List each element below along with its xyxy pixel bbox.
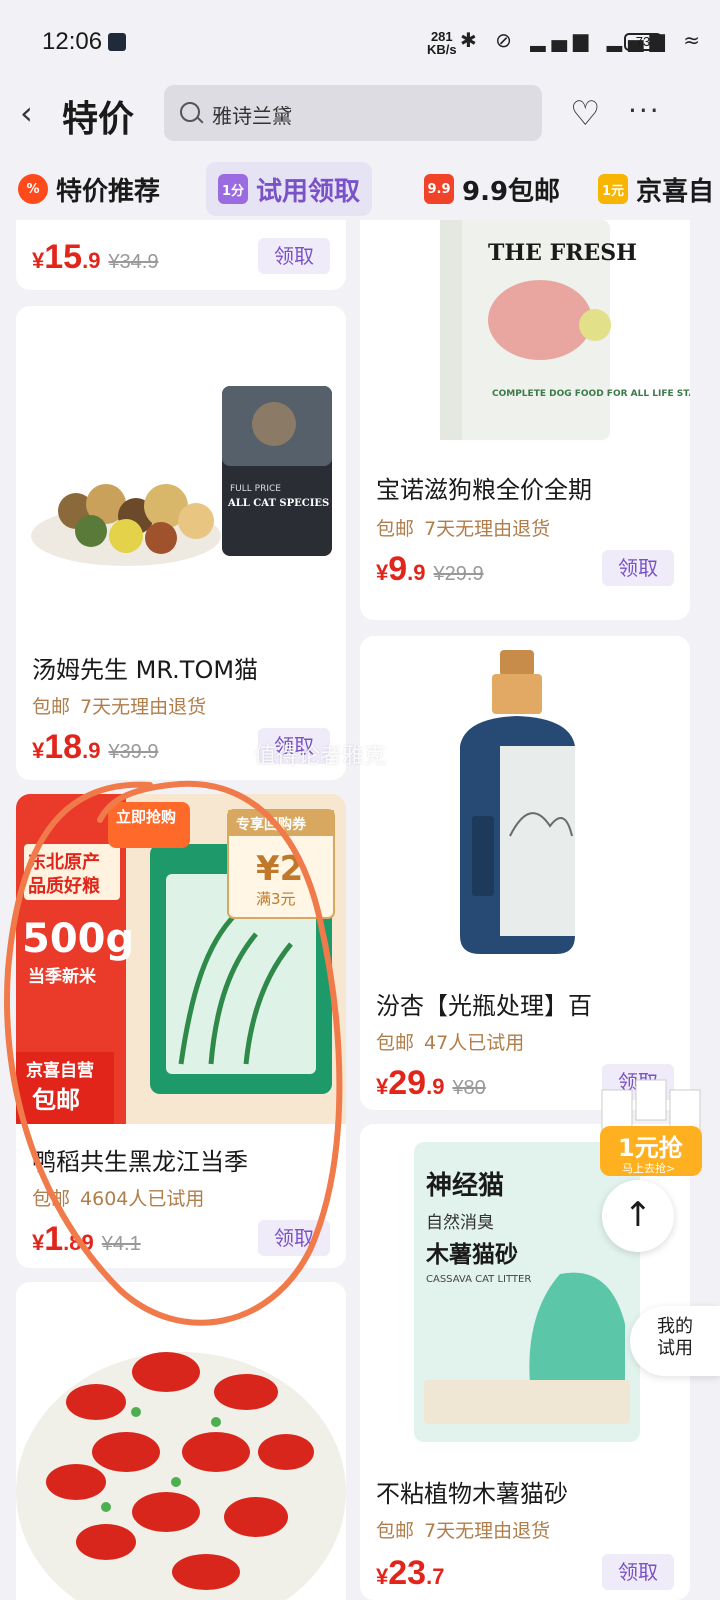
tab-special-recommend[interactable]: % 特价推荐 [18, 162, 160, 216]
product-price: ¥15.9 ¥34.9 [32, 238, 159, 276]
product-name: 宝诺滋狗粮全价全期 [376, 476, 592, 504]
annotation-circle [4, 780, 343, 1326]
category-tabs: % 特价推荐 1分 试用领取 9.9 9.9包邮 1元 京喜自 [0, 158, 720, 220]
product-name: 汤姆先生 MR.TOM猫 [32, 656, 259, 684]
my-trial-button[interactable]: 我的 试用 [630, 1306, 720, 1376]
search-icon [180, 102, 200, 122]
product-meta: 包邮 7天无理由退货 [376, 518, 551, 540]
svg-text:1元抢: 1元抢 [618, 1134, 684, 1162]
back-arrow-icon[interactable]: ‹ [20, 94, 33, 132]
tab-nine-nine[interactable]: 9.9 9.9包邮 [424, 162, 560, 216]
fire-icon: % [18, 174, 48, 204]
arrow-up-icon: ↑ [623, 1195, 653, 1235]
product-card[interactable]: 汾杏【光瓶处理】百 包邮47人已试用 ¥29.9¥80 领取 [360, 636, 690, 1110]
my-trial-label: 试用 [657, 1338, 693, 1359]
product-price: ¥23.7 [376, 1554, 445, 1592]
product-meta: 包邮 47人已试用 [376, 1032, 525, 1054]
search-placeholder: 雅诗兰黛 [212, 104, 292, 128]
claim-button[interactable]: 领取 [602, 550, 674, 586]
svg-text:自然消臭: 自然消臭 [426, 1213, 494, 1233]
product-image [360, 636, 690, 966]
price-tag-icon: 9.9 [424, 174, 454, 204]
svg-text:COMPLETE DOG FOOD FOR ALL LIFE: COMPLETE DOG FOOD FOR ALL LIFE STAGES [492, 389, 690, 399]
page-title: 特价 [62, 99, 135, 140]
product-card[interactable]: ¥15.9 ¥34.9 领取 [16, 220, 346, 290]
tab-label: 9.9包邮 [462, 176, 561, 207]
search-input[interactable]: 雅诗兰黛 [164, 85, 542, 141]
product-image: THE FRESH COMPLETE DOG FOOD FOR ALL LIFE… [360, 220, 690, 460]
penny-icon: 1分 [218, 174, 248, 204]
tab-label: 特价推荐 [56, 176, 161, 207]
favorite-heart-icon[interactable]: ♡ [570, 94, 600, 134]
one-yuan-icon: 1元 [598, 174, 628, 204]
tab-trial-claim[interactable]: 1分 试用领取 [206, 162, 373, 216]
svg-text:ALL CAT SPECIES: ALL CAT SPECIES [227, 498, 329, 509]
more-menu-icon[interactable]: ··· [628, 94, 661, 127]
product-price: ¥18.9 ¥39.9 [32, 728, 159, 766]
product-price: ¥29.9 ¥80 [376, 1064, 486, 1102]
tab-jingxi[interactable]: 1元 京喜自 [598, 162, 714, 216]
product-name: 汾杏【光瓶处理】百 [376, 992, 592, 1020]
product-card[interactable]: THE FRESH COMPLETE DOG FOOD FOR ALL LIFE… [360, 220, 690, 620]
promo-float-badge[interactable]: 1元抢 马上去抢> [596, 1070, 706, 1180]
svg-text:THE FRESH: THE FRESH [488, 240, 637, 266]
svg-text:神经猫: 神经猫 [426, 1170, 504, 1201]
top-header: ‹ 特价 雅诗兰黛 ♡ ··· [0, 80, 720, 148]
back-to-top-button[interactable]: ↑ [602, 1180, 674, 1252]
product-name: 不粘植物木薯猫砂 [376, 1480, 568, 1508]
status-bar: 12:06 281 KB/s ✱ ⊘ ▂▄▆ ▂▄▆ ≈ 73 [0, 0, 720, 80]
battery-icon: 73 [624, 33, 662, 51]
tab-label: 京喜自 [636, 176, 715, 207]
svg-text:FULL PRICE: FULL PRICE [230, 484, 281, 494]
notification-icon [108, 33, 126, 51]
svg-text:木薯猫砂: 木薯猫砂 [425, 1242, 518, 1268]
product-card[interactable]: FULL PRICE ALL CAT SPECIES 汤姆先生 MR.TOM猫 … [16, 306, 346, 780]
watermark-text: 值得论者雅克 [254, 744, 387, 769]
my-trial-label: 我的 [657, 1316, 693, 1337]
svg-text:马上去抢>: 马上去抢> [622, 1161, 675, 1175]
product-price: ¥9.9 ¥29.9 [376, 550, 484, 588]
tab-label: 试用领取 [256, 176, 361, 207]
product-image: FULL PRICE ALL CAT SPECIES [16, 306, 346, 630]
signal-wifi-icons: ✱ ⊘ ▂▄▆ ▂▄▆ ≈ [460, 28, 706, 52]
claim-button[interactable]: 领取 [602, 1554, 674, 1590]
status-time: 12:06 [42, 28, 103, 55]
svg-text:CASSAVA CAT LITTER: CASSAVA CAT LITTER [426, 1274, 531, 1285]
product-meta: 包邮 7天无理由退货 [32, 696, 207, 718]
claim-button[interactable]: 领取 [258, 238, 330, 274]
network-speed: 281 KB/s [427, 29, 457, 57]
product-meta: 包邮 7天无理由退货 [376, 1520, 551, 1542]
